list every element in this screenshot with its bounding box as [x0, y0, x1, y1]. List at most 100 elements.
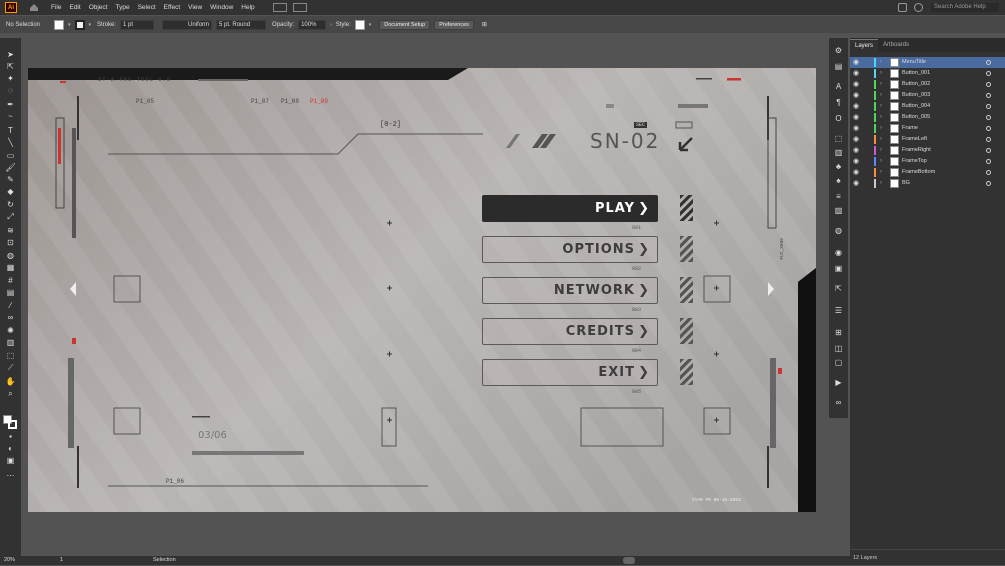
character-icon[interactable]: A: [833, 82, 844, 91]
warp-icon[interactable]: ≋: [5, 226, 16, 235]
expand-arrow-icon[interactable]: ›: [880, 90, 882, 101]
free-transform-icon[interactable]: ⊡: [5, 238, 16, 247]
direct-selection-tool-icon[interactable]: ⇱: [5, 62, 16, 71]
zoom-level[interactable]: 20%: [4, 556, 15, 565]
layer-row[interactable]: ◉ › FrameBottom: [850, 167, 1005, 178]
arrange-icon[interactable]: ⊞: [482, 21, 487, 28]
layer-name[interactable]: FrameTop: [902, 156, 927, 167]
expand-arrow-icon[interactable]: ›: [880, 145, 882, 156]
horizontal-scrollbar[interactable]: [623, 557, 635, 564]
layer-row[interactable]: ◉ › FrameRight: [850, 145, 1005, 156]
layer-name[interactable]: Button_004: [902, 101, 930, 112]
actions-icon[interactable]: ▶: [833, 378, 844, 387]
target-circle-icon[interactable]: [986, 71, 991, 76]
layer-row[interactable]: ◉ › FrameTop: [850, 156, 1005, 167]
visibility-eye-icon[interactable]: ◉: [853, 68, 859, 79]
screen-mode-icon[interactable]: ▣: [5, 456, 16, 465]
target-circle-icon[interactable]: [986, 104, 991, 109]
artboards-panel-icon[interactable]: ⊞: [833, 328, 844, 337]
shape-builder-icon[interactable]: ◍: [5, 251, 16, 260]
tab-layers[interactable]: Layers: [850, 39, 879, 52]
gpu-performance-icon[interactable]: [292, 3, 307, 12]
align-icon[interactable]: ▥: [833, 148, 844, 157]
visibility-eye-icon[interactable]: ◉: [853, 90, 859, 101]
stroke-panel-icon[interactable]: ≡: [833, 192, 844, 201]
layer-name[interactable]: BG: [902, 178, 910, 189]
artboard[interactable]: ST-A PRO TOOL 0.5 [0-2] SEC SN-02 P1_05 …: [28, 68, 816, 512]
visibility-eye-icon[interactable]: ◉: [853, 156, 859, 167]
dropdown-icon[interactable]: ▾: [68, 22, 71, 28]
chevron-right-icon[interactable]: ›: [330, 22, 332, 28]
expand-arrow-icon[interactable]: ›: [880, 156, 882, 167]
opacity-label[interactable]: Opacity:: [272, 22, 294, 28]
fill-swatch[interactable]: [54, 19, 64, 30]
preferences-button[interactable]: Preferences: [434, 19, 474, 30]
credits-button[interactable]: CREDITS ❯: [482, 318, 658, 345]
stroke-profile-select[interactable]: Uniform: [162, 19, 213, 30]
layer-row[interactable]: ◉ › Button_002: [850, 79, 1005, 90]
target-circle-icon[interactable]: [986, 170, 991, 175]
menu-file[interactable]: File: [51, 4, 61, 11]
layer-row[interactable]: ◉ › FrameLeft: [850, 134, 1005, 145]
menu-window[interactable]: Window: [210, 4, 233, 11]
type-tool-icon[interactable]: T: [5, 126, 16, 135]
expand-arrow-icon[interactable]: ›: [880, 178, 882, 189]
layer-name[interactable]: FrameBottom: [902, 167, 935, 178]
visibility-eye-icon[interactable]: ◉: [853, 134, 859, 145]
properties-icon[interactable]: ▤: [833, 62, 844, 71]
layer-name[interactable]: Button_003: [902, 90, 930, 101]
brush-select[interactable]: 5 pt. Round: [216, 19, 267, 30]
target-circle-icon[interactable]: [986, 148, 991, 153]
pathfinder-icon[interactable]: ☰: [833, 306, 844, 315]
magic-wand-icon[interactable]: ✦: [5, 74, 16, 83]
export-icon[interactable]: ⇱: [833, 284, 844, 293]
stroke-label[interactable]: Stroke:: [97, 22, 116, 28]
visibility-eye-icon[interactable]: ◉: [853, 57, 859, 68]
stroke-weight-field[interactable]: 1 pt: [120, 19, 155, 30]
visibility-eye-icon[interactable]: ◉: [853, 178, 859, 189]
menu-select[interactable]: Select: [138, 4, 156, 11]
layer-name[interactable]: Button_005: [902, 112, 930, 123]
paintbrush-icon[interactable]: 🖌: [5, 163, 16, 172]
symbols-icon[interactable]: ♣: [833, 162, 844, 171]
visibility-eye-icon[interactable]: ◉: [853, 145, 859, 156]
expand-arrow-icon[interactable]: ›: [880, 167, 882, 178]
gradient-panel-icon[interactable]: ▨: [833, 206, 844, 215]
layer-name[interactable]: FrameLeft: [902, 134, 927, 145]
expand-arrow-icon[interactable]: ›: [880, 112, 882, 123]
visibility-eye-icon[interactable]: ◉: [853, 167, 859, 178]
target-circle-icon[interactable]: [986, 159, 991, 164]
rotate-icon[interactable]: ↻: [5, 200, 16, 209]
eyedropper-icon[interactable]: ⁄: [5, 301, 16, 310]
appearance-icon[interactable]: ◍: [833, 226, 844, 235]
color-icon[interactable]: ◉: [833, 248, 844, 257]
visibility-eye-icon[interactable]: ◉: [853, 112, 859, 123]
layers-icon[interactable]: ◫: [833, 344, 844, 353]
document-canvas[interactable]: ST-A PRO TOOL 0.5 [0-2] SEC SN-02 P1_05 …: [23, 38, 826, 556]
layer-row[interactable]: ◉ › Button_003: [850, 90, 1005, 101]
asset-export-icon[interactable]: ▢: [833, 358, 844, 367]
expand-arrow-icon[interactable]: ›: [880, 68, 882, 79]
draw-mode-icon[interactable]: ◐: [5, 444, 16, 453]
stroke-color-icon[interactable]: [8, 420, 17, 429]
options-button[interactable]: OPTIONS ❯: [482, 236, 658, 263]
symbol-sprayer-icon[interactable]: ✺: [5, 326, 16, 335]
arrange-icon[interactable]: [898, 3, 907, 12]
menu-help[interactable]: Help: [241, 4, 254, 11]
perspective-icon[interactable]: ▦: [5, 263, 16, 272]
menu-view[interactable]: View: [188, 4, 202, 11]
blend-icon[interactable]: ∞: [5, 313, 16, 322]
exit-button[interactable]: EXIT ❯: [482, 359, 658, 386]
gradient-icon[interactable]: ▤: [5, 288, 16, 297]
layer-name[interactable]: Button_002: [902, 79, 930, 90]
target-circle-icon[interactable]: [986, 137, 991, 142]
arrange-documents-icon[interactable]: [272, 3, 287, 12]
links-icon[interactable]: ∞: [833, 398, 844, 407]
paragraph-icon[interactable]: ¶: [833, 98, 844, 107]
layer-name[interactable]: Frame: [902, 123, 918, 134]
layer-row[interactable]: ◉ › Button_004: [850, 101, 1005, 112]
layer-name[interactable]: FrameRight: [902, 145, 931, 156]
swatches-icon[interactable]: ▣: [833, 264, 844, 273]
slice-icon[interactable]: ⟋: [5, 363, 16, 372]
expand-arrow-icon[interactable]: ›: [880, 134, 882, 145]
